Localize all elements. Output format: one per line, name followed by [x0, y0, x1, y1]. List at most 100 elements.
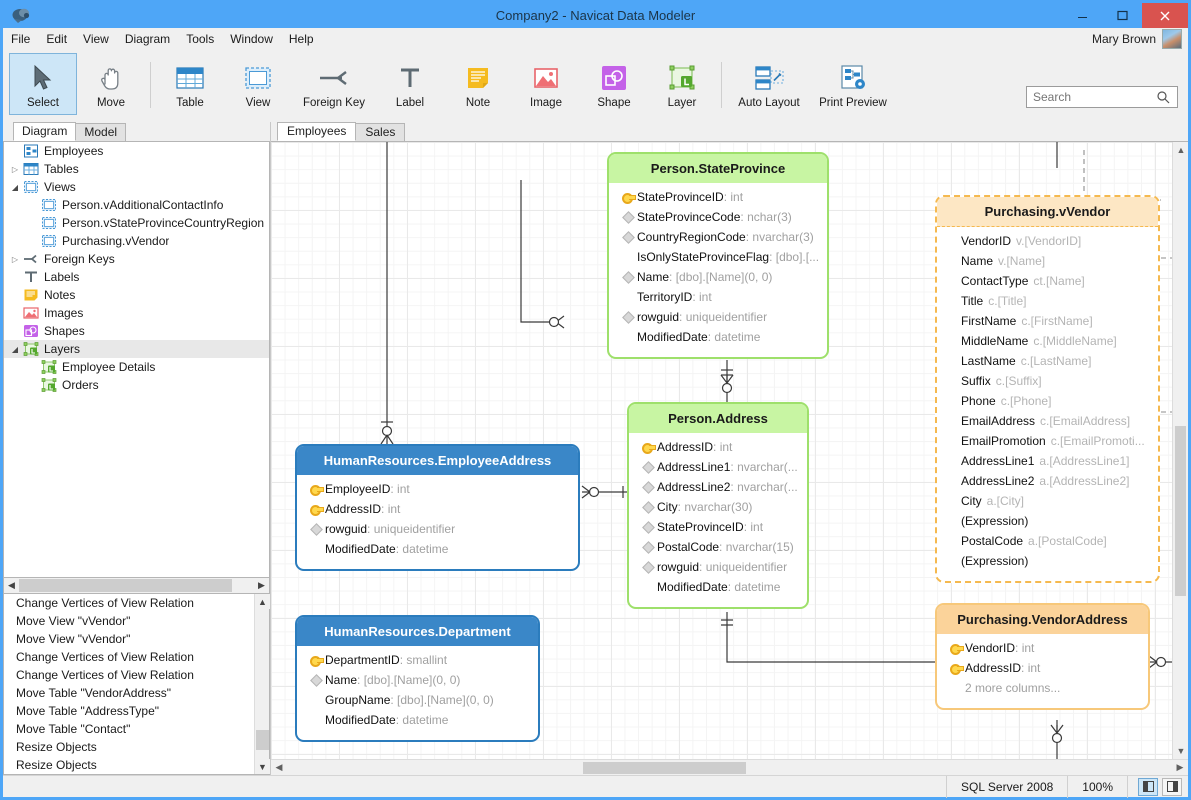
- history-item[interactable]: Move Table "AddressType": [4, 702, 254, 720]
- entity-column-row[interactable]: 2 more columns...: [937, 678, 1148, 698]
- entity-column-row[interactable]: ModifiedDate: datetime: [297, 539, 578, 559]
- sidebar-item-orders[interactable]: Orders: [4, 376, 269, 394]
- entity-column-row[interactable]: StateProvinceID: int: [629, 517, 807, 537]
- entity-column-row[interactable]: StateProvinceID: int: [609, 187, 827, 207]
- history-item[interactable]: Change Vertices of View Relation: [4, 648, 254, 666]
- sidebar-item-shapes[interactable]: Shapes: [4, 322, 269, 340]
- diagram-tab-sales[interactable]: Sales: [355, 123, 405, 141]
- tool-foreign-key[interactable]: Foreign Key: [292, 53, 376, 115]
- close-button[interactable]: [1142, 3, 1188, 28]
- sidebar-item-foreign-keys[interactable]: ▷Foreign Keys: [4, 250, 269, 268]
- view-column-row[interactable]: (Expression): [937, 551, 1158, 571]
- view-column-row[interactable]: Citya.[City]: [937, 491, 1158, 511]
- chevron-down-icon[interactable]: ◢: [8, 183, 22, 192]
- menu-window[interactable]: Window: [222, 30, 281, 48]
- entity-column-row[interactable]: Name: [dbo].[Name](0, 0): [609, 267, 827, 287]
- view-column-row[interactable]: PostalCodea.[PostalCode]: [937, 531, 1158, 551]
- view-column-row[interactable]: AddressLine1a.[AddressLine1]: [937, 451, 1158, 471]
- history-item[interactable]: Move Table "VendorAddress": [4, 684, 254, 702]
- view-column-row[interactable]: Namev.[Name]: [937, 251, 1158, 271]
- scroll-right-arrow[interactable]: ▶: [254, 578, 269, 593]
- view-column-row[interactable]: VendorIDv.[VendorID]: [937, 231, 1158, 251]
- entity-column-row[interactable]: ModifiedDate: datetime: [629, 577, 807, 597]
- menu-tools[interactable]: Tools: [178, 30, 222, 48]
- entity-column-row[interactable]: Name: [dbo].[Name](0, 0): [297, 670, 538, 690]
- history-item[interactable]: Change Vertices of View Relation: [4, 666, 254, 684]
- view-column-row[interactable]: Suffixc.[Suffix]: [937, 371, 1158, 391]
- entity-column-row[interactable]: ModifiedDate: datetime: [297, 710, 538, 730]
- tool-image[interactable]: Image: [512, 53, 580, 115]
- scroll-left-arrow[interactable]: ◀: [4, 578, 19, 593]
- status-zoom[interactable]: 100%: [1067, 776, 1127, 798]
- canvas-scroll-up-arrow[interactable]: ▲: [1173, 142, 1189, 158]
- tool-table[interactable]: Table: [156, 53, 224, 115]
- tree-hscroll-thumb[interactable]: [19, 579, 232, 592]
- sidebar-item-person-vadditionalcontactinfo[interactable]: Person.vAdditionalContactInfo: [4, 196, 269, 214]
- entity-column-row[interactable]: IsOnlyStateProvinceFlag: [dbo].[...: [609, 247, 827, 267]
- maximize-button[interactable]: [1102, 3, 1142, 28]
- tool-note[interactable]: Note: [444, 53, 512, 115]
- tool-auto-layout[interactable]: Auto Layout: [727, 53, 811, 115]
- entity-person-address[interactable]: Person.AddressAddressID: intAddressLine1…: [627, 402, 809, 609]
- tool-select[interactable]: Select: [9, 53, 77, 115]
- view-column-row[interactable]: EmailPromotionc.[EmailPromoti...: [937, 431, 1158, 451]
- history-item[interactable]: Resize Objects: [4, 738, 254, 756]
- split-right-view-button[interactable]: [1162, 778, 1182, 796]
- entity-column-row[interactable]: rowguid: uniqueidentifier: [609, 307, 827, 327]
- menu-view[interactable]: View: [75, 30, 117, 48]
- diagram-tab-employees[interactable]: Employees: [277, 122, 356, 141]
- sidebar-item-tables[interactable]: ▷Tables: [4, 160, 269, 178]
- sidebar-item-images[interactable]: Images: [4, 304, 269, 322]
- history-item[interactable]: Move View "vVendor": [4, 630, 254, 648]
- tool-move[interactable]: Move: [77, 53, 145, 115]
- sidebar-item-purchasing-vvendor[interactable]: Purchasing.vVendor: [4, 232, 269, 250]
- tool-print-preview[interactable]: Print Preview: [811, 53, 895, 115]
- user-account[interactable]: Mary Brown: [1092, 29, 1188, 49]
- er-diagram-canvas[interactable]: Person.StateProvinceStateProvinceID: int…: [271, 142, 1172, 759]
- view-column-row[interactable]: LastNamec.[LastName]: [937, 351, 1158, 371]
- entity-hr-employeeaddress[interactable]: HumanResources.EmployeeAddressEmployeeID…: [295, 444, 580, 571]
- avatar[interactable]: [1162, 29, 1182, 49]
- object-tree[interactable]: Employees▷Tables◢ViewsPerson.vAdditional…: [3, 141, 270, 578]
- view-column-row[interactable]: EmailAddressc.[EmailAddress]: [937, 411, 1158, 431]
- magnifier-icon[interactable]: [1156, 90, 1170, 104]
- entity-column-row[interactable]: ModifiedDate: datetime: [609, 327, 827, 347]
- canvas-vertical-scrollbar[interactable]: ▲ ▼: [1172, 142, 1188, 759]
- entity-column-row[interactable]: rowguid: uniqueidentifier: [629, 557, 807, 577]
- entity-column-row[interactable]: AddressID: int: [297, 499, 578, 519]
- view-column-row[interactable]: FirstNamec.[FirstName]: [937, 311, 1158, 331]
- tree-horizontal-scrollbar[interactable]: ◀ ▶: [3, 578, 270, 593]
- view-column-row[interactable]: ContactTypect.[Name]: [937, 271, 1158, 291]
- entity-hr-department[interactable]: HumanResources.DepartmentDepartmentID: s…: [295, 615, 540, 742]
- history-item[interactable]: Change Vertices of View Relation: [4, 594, 254, 612]
- canvas-horizontal-scrollbar[interactable]: ◀ ▶: [271, 759, 1188, 775]
- history-vertical-scrollbar[interactable]: ▲ ▼: [254, 594, 269, 774]
- split-left-view-button[interactable]: [1138, 778, 1158, 796]
- sidebar-item-views[interactable]: ◢Views: [4, 178, 269, 196]
- entity-column-row[interactable]: DepartmentID: smallint: [297, 650, 538, 670]
- search-box[interactable]: [1026, 86, 1178, 108]
- entity-column-row[interactable]: EmployeeID: int: [297, 479, 578, 499]
- history-item[interactable]: Move Table "Contact": [4, 720, 254, 738]
- chevron-right-icon[interactable]: ▷: [8, 255, 22, 264]
- entity-purchasing-vendoraddress[interactable]: Purchasing.VendorAddressVendorID: intAdd…: [935, 603, 1150, 710]
- entity-column-row[interactable]: City: nvarchar(30): [629, 497, 807, 517]
- minimize-button[interactable]: [1062, 3, 1102, 28]
- entity-column-row[interactable]: GroupName: [dbo].[Name](0, 0): [297, 690, 538, 710]
- view-column-row[interactable]: AddressLine2a.[AddressLine2]: [937, 471, 1158, 491]
- history-scroll-up-arrow[interactable]: ▲: [255, 594, 270, 609]
- entity-column-row[interactable]: AddressLine1: nvarchar(...: [629, 457, 807, 477]
- view-column-row[interactable]: MiddleNamec.[MiddleName]: [937, 331, 1158, 351]
- menu-edit[interactable]: Edit: [38, 30, 75, 48]
- menu-diagram[interactable]: Diagram: [117, 30, 178, 48]
- history-item[interactable]: Resize Objects: [4, 756, 254, 774]
- entity-column-row[interactable]: VendorID: int: [937, 638, 1148, 658]
- chevron-down-icon[interactable]: ◢: [8, 345, 22, 354]
- entity-person-stateprovince[interactable]: Person.StateProvinceStateProvinceID: int…: [607, 152, 829, 359]
- tool-label[interactable]: Label: [376, 53, 444, 115]
- entity-column-row[interactable]: CountryRegionCode: nvarchar(3): [609, 227, 827, 247]
- menu-file[interactable]: File: [3, 30, 38, 48]
- history-list[interactable]: Change Vertices of View RelationMove Vie…: [4, 594, 254, 774]
- tool-shape[interactable]: Shape: [580, 53, 648, 115]
- sidebar-item-labels[interactable]: Labels: [4, 268, 269, 286]
